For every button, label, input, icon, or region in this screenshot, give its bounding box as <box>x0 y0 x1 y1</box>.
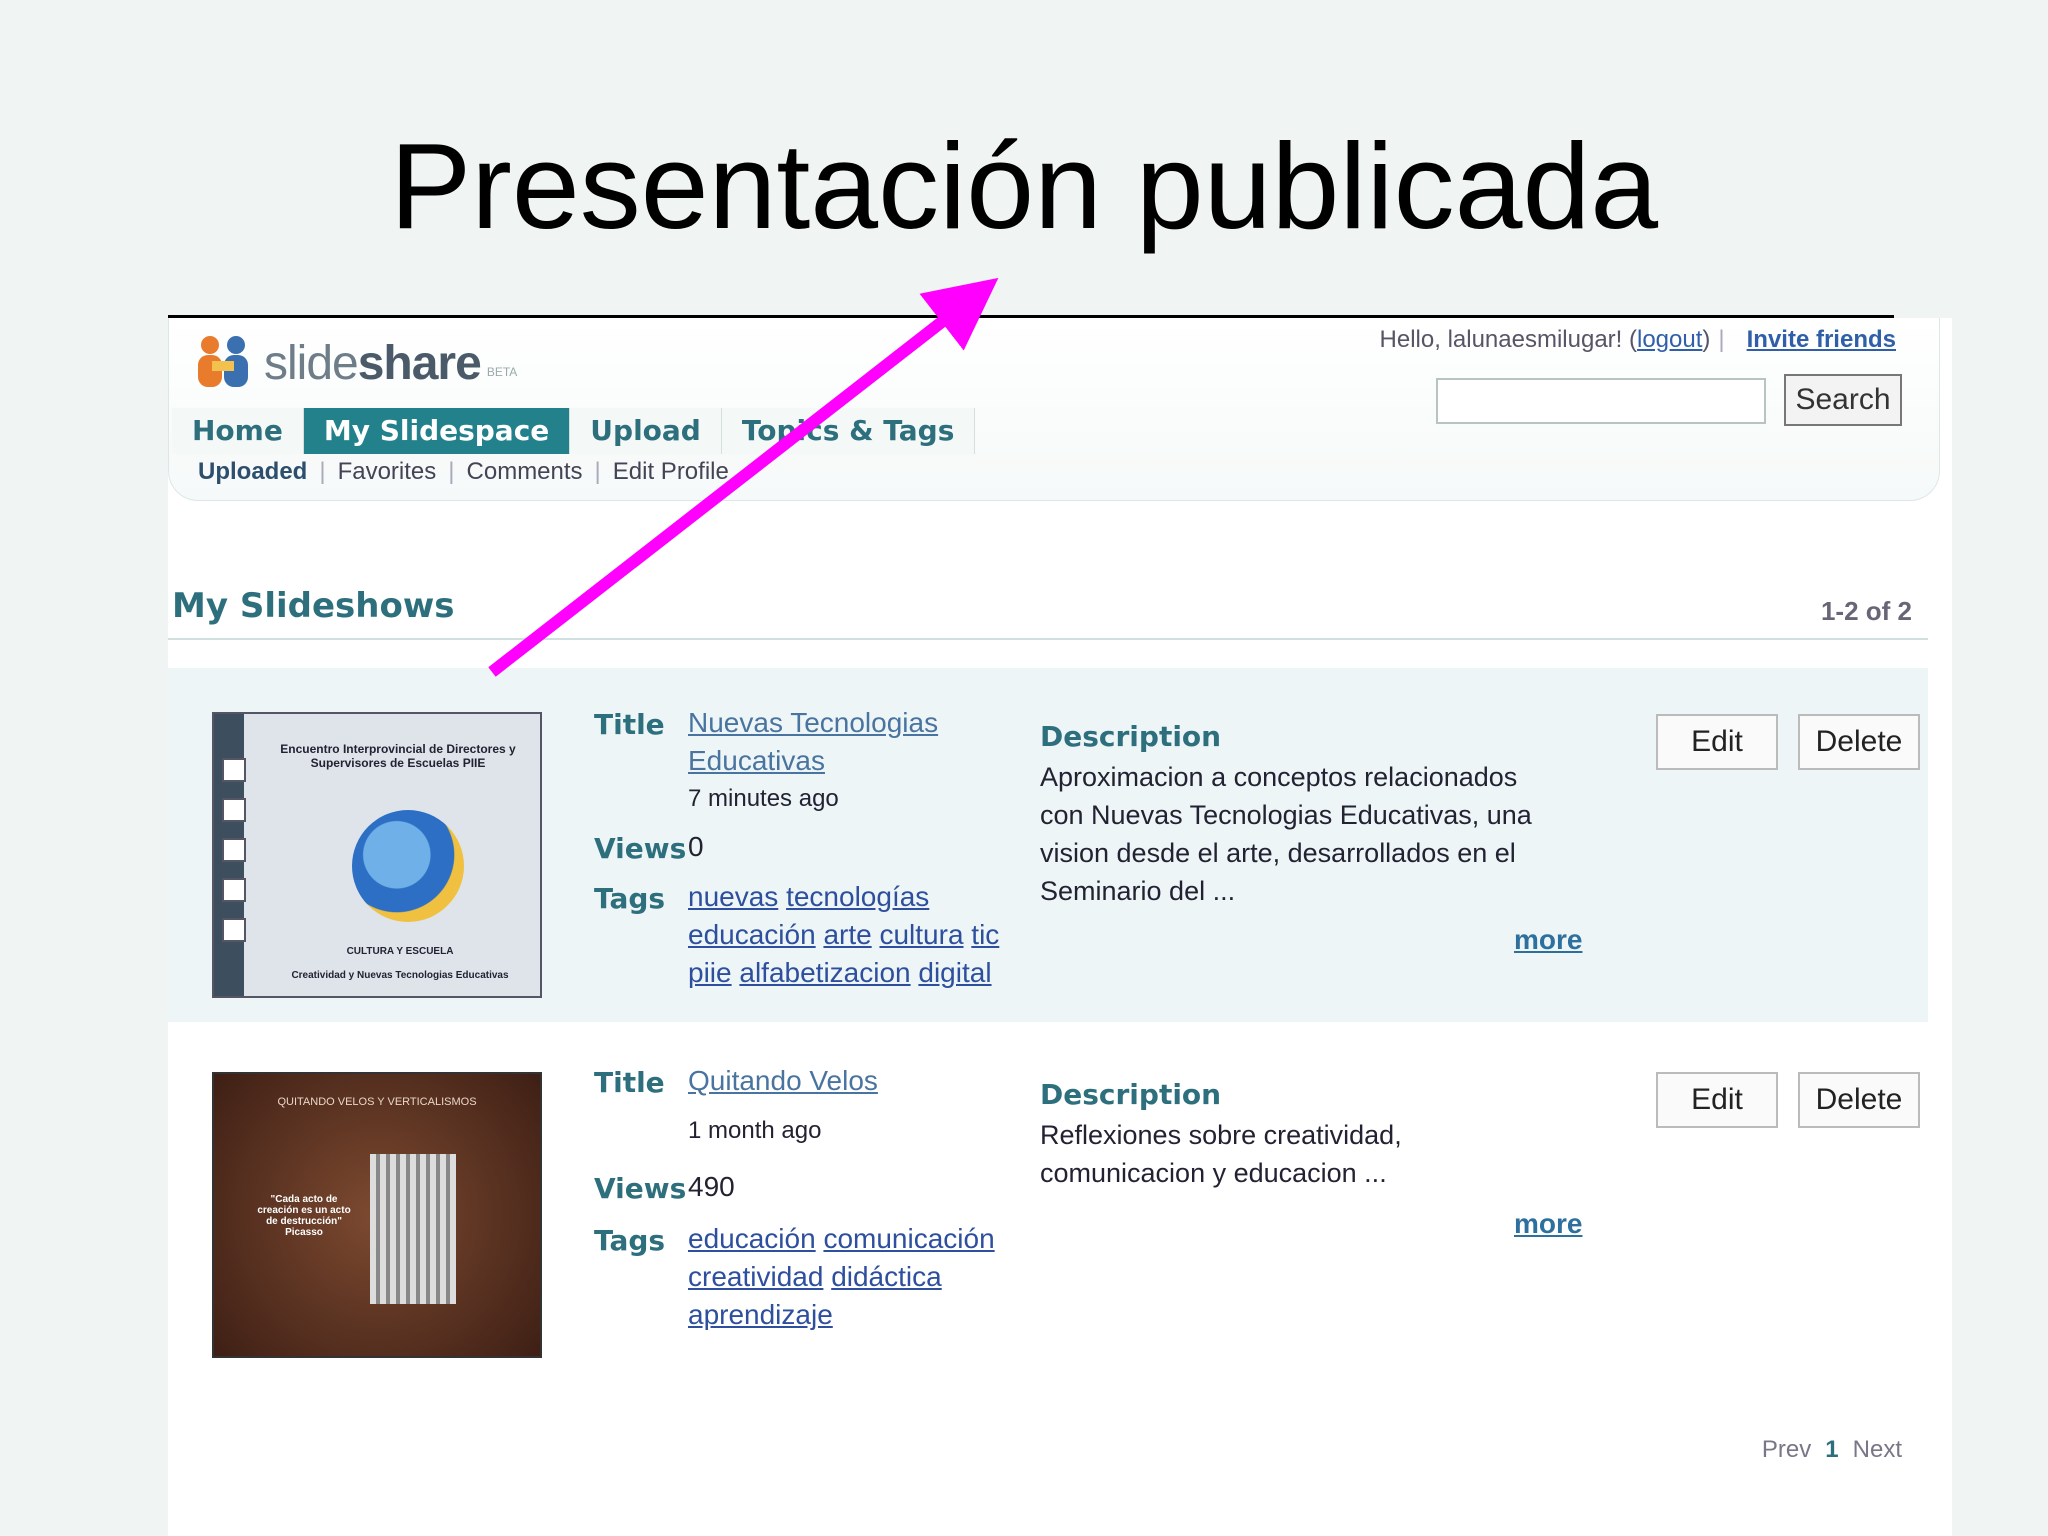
annotation-arrow <box>488 277 999 677</box>
